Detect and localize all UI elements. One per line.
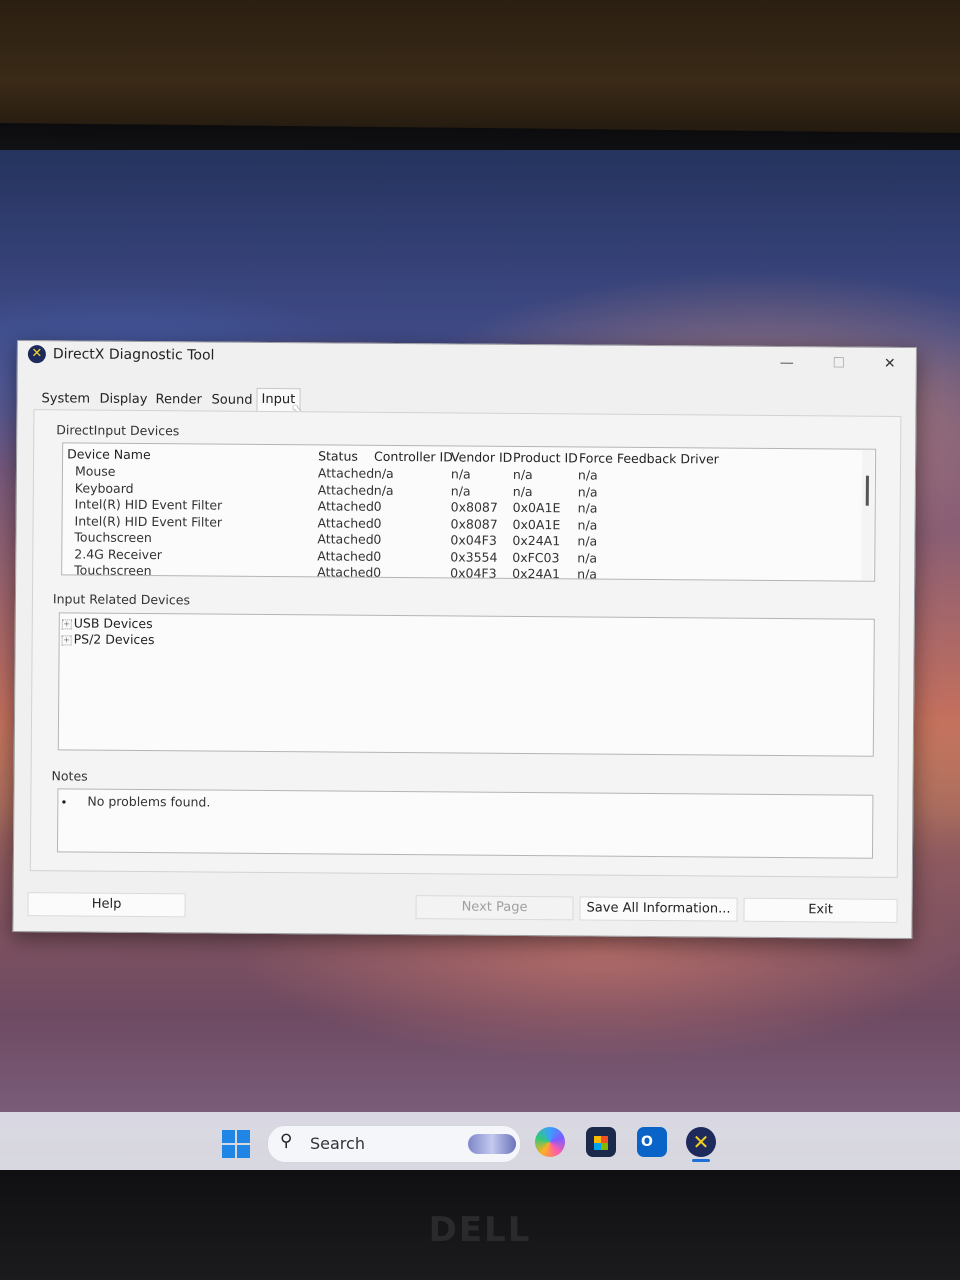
- controller-id-cell: n/a: [373, 482, 394, 498]
- device-name-cell: Intel(R) HID Event Filter: [74, 512, 223, 530]
- help-button[interactable]: Help: [27, 892, 186, 918]
- vendor-id-cell: 0x8087: [450, 499, 498, 515]
- controller-id-cell: 0: [373, 548, 382, 564]
- exit-button[interactable]: Exit: [743, 897, 898, 923]
- dxdiag-icon: ✕: [27, 345, 46, 364]
- status-cell: Attached: [317, 531, 374, 547]
- title-bar[interactable]: ✕ DirectX Diagnostic Tool — ☐ ✕: [18, 341, 916, 380]
- copilot-icon[interactable]: [535, 1127, 565, 1157]
- column-header-product-id[interactable]: Product ID: [513, 450, 578, 466]
- force-feedback-cell: n/a: [577, 533, 598, 549]
- save-all-information-button[interactable]: Save All Information...: [579, 896, 738, 922]
- vendor-id-cell: 0x3554: [450, 548, 498, 565]
- dell-logo: DELL: [428, 1210, 532, 1250]
- status-cell: Attached: [317, 465, 375, 481]
- store-icon[interactable]: [586, 1127, 616, 1157]
- status-cell: Attached: [317, 564, 374, 580]
- vendor-id-cell: n/a: [450, 482, 471, 499]
- force-feedback-cell: n/a: [577, 483, 598, 500]
- force-feedback-cell: n/a: [577, 549, 598, 566]
- outlook-icon[interactable]: [637, 1127, 667, 1157]
- status-cell: Attached: [317, 514, 374, 531]
- note-text: No problems found.: [87, 793, 211, 810]
- tree-item-ps2-devices[interactable]: + PS/2 Devices: [61, 631, 155, 648]
- vendor-id-cell: 0x04F3: [450, 565, 497, 581]
- device-list-scrollbar[interactable]: [861, 449, 875, 581]
- device-name-cell: Mouse: [74, 463, 116, 479]
- notes-box: • No problems found.: [56, 788, 874, 859]
- directinput-section-label: DirectInput Devices: [56, 422, 180, 439]
- product-id-cell: 0x24A1: [512, 565, 561, 582]
- column-header-device-name[interactable]: Device Name: [67, 446, 151, 462]
- dxdiag-window: ✕ DirectX Diagnostic Tool — ☐ ✕ System D…: [12, 340, 917, 940]
- device-name-cell: Touchscreen: [74, 562, 152, 579]
- device-name-cell: Touchscreen: [74, 529, 152, 546]
- device-name-cell: 2.4G Receiver: [74, 545, 163, 562]
- next-page-button[interactable]: Next Page: [415, 895, 574, 921]
- device-name-cell: Keyboard: [74, 479, 134, 496]
- taskbar-search-box[interactable]: ⚲ Search: [267, 1125, 521, 1163]
- product-id-cell: 0xFC03: [512, 549, 560, 565]
- minimize-button[interactable]: —: [765, 351, 809, 375]
- active-app-indicator: [692, 1159, 710, 1162]
- tab-display[interactable]: Display: [95, 389, 151, 410]
- column-header-force-feedback[interactable]: Force Feedback Driver: [579, 450, 719, 466]
- product-id-cell: 0x0A1E: [512, 516, 561, 532]
- directinput-device-list[interactable]: Device Name Status Controller ID Vendor …: [61, 442, 877, 582]
- tab-render[interactable]: Render: [151, 389, 205, 410]
- status-cell: Attached: [317, 498, 374, 514]
- force-feedback-cell: n/a: [577, 566, 598, 582]
- tree-item-label: PS/2 Devices: [73, 631, 155, 648]
- controller-id-cell: 0: [373, 515, 382, 531]
- device-name-cell: Intel(R) HID Event Filter: [74, 496, 223, 513]
- status-cell: Attached: [317, 547, 374, 564]
- vendor-id-cell: 0x04F3: [450, 532, 497, 548]
- tab-sound[interactable]: Sound: [207, 389, 256, 410]
- search-label: Search: [310, 1134, 365, 1153]
- search-highlight-icon[interactable]: [468, 1134, 516, 1154]
- input-related-section-label: Input Related Devices: [52, 591, 191, 608]
- vendor-id-cell: n/a: [450, 466, 471, 482]
- product-id-cell: 0x0A1E: [512, 499, 561, 516]
- status-cell: Attached: [317, 481, 375, 498]
- maximize-button[interactable]: ☐: [817, 351, 861, 375]
- tree-item-usb-devices[interactable]: + USB Devices: [61, 615, 153, 632]
- controller-id-cell: 0: [373, 531, 382, 547]
- controller-id-cell: 0: [373, 564, 382, 580]
- search-icon: ⚲: [280, 1131, 293, 1151]
- scrollbar-thumb[interactable]: [865, 475, 869, 506]
- input-related-tree[interactable]: + USB Devices + PS/2 Devices: [57, 612, 875, 757]
- tab-system[interactable]: System: [37, 388, 94, 409]
- notes-section-label: Notes: [51, 768, 88, 784]
- dxdiag-taskbar-icon[interactable]: ✕: [686, 1127, 716, 1157]
- force-feedback-cell: n/a: [577, 500, 598, 516]
- expand-icon[interactable]: +: [61, 618, 72, 629]
- expand-icon[interactable]: +: [61, 634, 72, 645]
- windows-start-icon[interactable]: [222, 1130, 250, 1158]
- column-header-status[interactable]: Status: [318, 448, 358, 463]
- input-tab-panel: DirectInput Devices Device Name Status C…: [29, 409, 902, 878]
- product-id-cell: n/a: [512, 483, 533, 499]
- controller-id-cell: 0: [373, 498, 382, 514]
- tree-item-label: USB Devices: [73, 615, 153, 632]
- close-button[interactable]: ✕: [868, 352, 912, 376]
- controller-id-cell: n/a: [373, 465, 394, 481]
- vendor-id-cell: 0x8087: [450, 515, 498, 532]
- window-title: DirectX Diagnostic Tool: [52, 346, 215, 364]
- force-feedback-cell: n/a: [577, 516, 598, 533]
- column-header-controller-id[interactable]: Controller ID: [374, 449, 453, 465]
- column-header-vendor-id[interactable]: Vendor ID: [451, 449, 512, 464]
- note-bullet: •: [60, 795, 68, 810]
- product-id-cell: n/a: [512, 466, 533, 483]
- product-id-cell: 0x24A1: [512, 532, 561, 549]
- force-feedback-cell: n/a: [577, 467, 598, 483]
